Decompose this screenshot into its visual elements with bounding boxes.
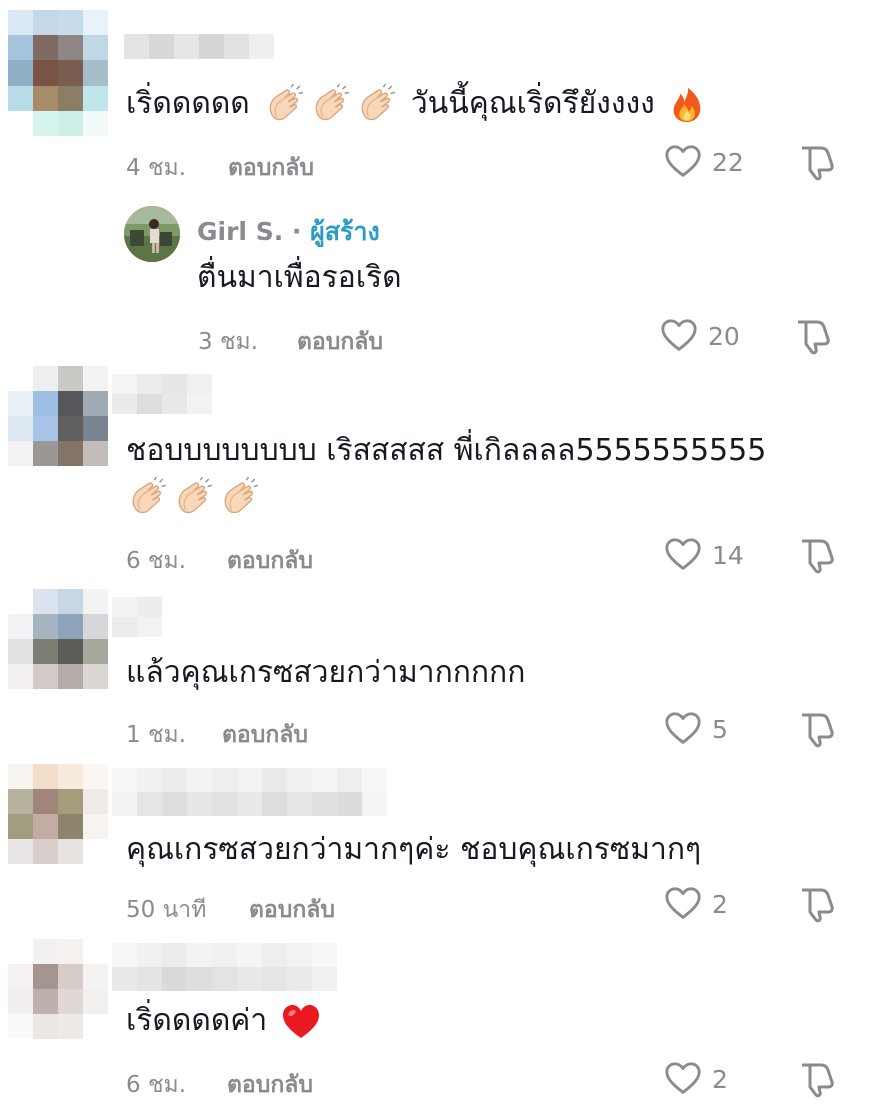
heart-icon [664, 143, 702, 181]
thumbs-down-icon [797, 142, 837, 182]
dislike-button[interactable] [797, 1059, 837, 1103]
thumbs-down-icon [797, 535, 837, 575]
reply-text: ตื่นมาเพื่อรอเริด [197, 260, 402, 295]
avatar[interactable] [8, 10, 108, 136]
username-blurred[interactable] [112, 597, 162, 637]
avatar[interactable] [8, 589, 108, 689]
like-count: 2 [712, 1064, 728, 1094]
clap-emoji [126, 477, 168, 519]
username-blurred[interactable] [112, 768, 387, 816]
reply-button[interactable]: ตอบกลับ [297, 324, 383, 360]
comment-item: แล้วคุณเกรซสวยกว่ามากกกกก 1 ชม. ตอบกลับ … [0, 585, 870, 760]
like-button[interactable]: 20 [660, 317, 740, 355]
like-count: 22 [712, 147, 744, 177]
reply-button[interactable]: ตอบกลับ [228, 150, 314, 186]
comment-item: เริ่ดดดดค่า 6 ชม. ตอบกลับ 2 [0, 935, 870, 1109]
comment-item: คุณเกรซสวยกว่ามากๆค่ะ ชอบคุณเกรซมากๆ 50 … [0, 760, 870, 935]
like-button[interactable]: 5 [664, 710, 728, 748]
like-button[interactable]: 2 [664, 1060, 728, 1098]
comment-text: ชอบบบบบบบบ เริสสสสส พี่เกิลลลล5555555555 [126, 428, 766, 520]
clap-emoji [218, 477, 260, 519]
reply-time: 3 ชม. [198, 329, 259, 355]
reply-author-line: Girl S. · ผู้สร้าง [197, 212, 380, 252]
reply-button[interactable]: ตอบกลับ [222, 717, 308, 753]
clap-emoji [309, 84, 351, 126]
thumbs-down-icon [793, 316, 833, 356]
creator-badge: ผู้สร้าง [310, 217, 380, 246]
comment-time: 6 ชม. [126, 1072, 187, 1098]
heart-icon [664, 885, 702, 923]
dislike-button[interactable] [797, 709, 837, 753]
comment-time: 4 ชม. [126, 155, 187, 181]
like-button[interactable]: 22 [664, 143, 744, 181]
heart-icon [660, 317, 698, 355]
dislike-button[interactable] [793, 316, 833, 360]
creator-avatar[interactable] [124, 206, 180, 262]
reply-button[interactable]: ตอบกลับ [249, 892, 335, 928]
reply-item: Girl S. · ผู้สร้าง ตื่นมาเพื่อรอเริด 3 ช… [0, 200, 870, 360]
comment-item: ชอบบบบบบบบ เริสสสสส พี่เกิลลลล5555555555… [0, 360, 870, 585]
heart-icon [664, 710, 702, 748]
red-heart-emoji [281, 1002, 321, 1042]
avatar[interactable] [8, 366, 108, 466]
separator-dot: · [291, 217, 302, 246]
avatar[interactable] [8, 939, 108, 1039]
reply-button[interactable]: ตอบกลับ [227, 543, 313, 579]
comment-text: เริ่ดดดดด วันนี้คุณเริ่ดรึยังงงง [126, 80, 710, 128]
comment-text: เริ่ดดดดค่า [126, 997, 325, 1045]
avatar[interactable] [8, 764, 108, 864]
username-blurred[interactable] [124, 34, 274, 59]
thumbs-down-icon [797, 1059, 837, 1099]
dislike-button[interactable] [797, 884, 837, 928]
heart-icon [664, 536, 702, 574]
like-count: 5 [712, 714, 728, 744]
comment-text: แล้วคุณเกรซสวยกว่ามากกกกก [126, 655, 526, 690]
thumbs-down-icon [797, 884, 837, 924]
clap-emoji [355, 84, 397, 126]
username-blurred[interactable] [112, 943, 337, 991]
heart-icon [664, 1060, 702, 1098]
comment-text: คุณเกรซสวยกว่ามากๆค่ะ ชอบคุณเกรซมากๆ [126, 832, 702, 867]
like-count: 20 [708, 321, 740, 351]
like-count: 14 [712, 540, 744, 570]
comment-time: 50 นาที [126, 897, 207, 923]
comment-time: 6 ชม. [126, 548, 187, 574]
thumbs-down-icon [797, 709, 837, 749]
like-count: 2 [712, 889, 728, 919]
clap-emoji [172, 477, 214, 519]
comment-time: 1 ชม. [126, 722, 187, 748]
fire-emoji [668, 86, 706, 124]
username-blurred[interactable] [112, 374, 212, 414]
clap-emoji [263, 84, 305, 126]
like-button[interactable]: 2 [664, 885, 728, 923]
comment-item: เริ่ดดดดด วันนี้คุณเริ่ดรึยังงงง 4 ชม. ต… [0, 0, 870, 200]
dislike-button[interactable] [797, 142, 837, 186]
reply-button[interactable]: ตอบกลับ [227, 1067, 313, 1103]
reply-author[interactable]: Girl S. [197, 217, 283, 246]
like-button[interactable]: 14 [664, 536, 744, 574]
dislike-button[interactable] [797, 535, 837, 579]
